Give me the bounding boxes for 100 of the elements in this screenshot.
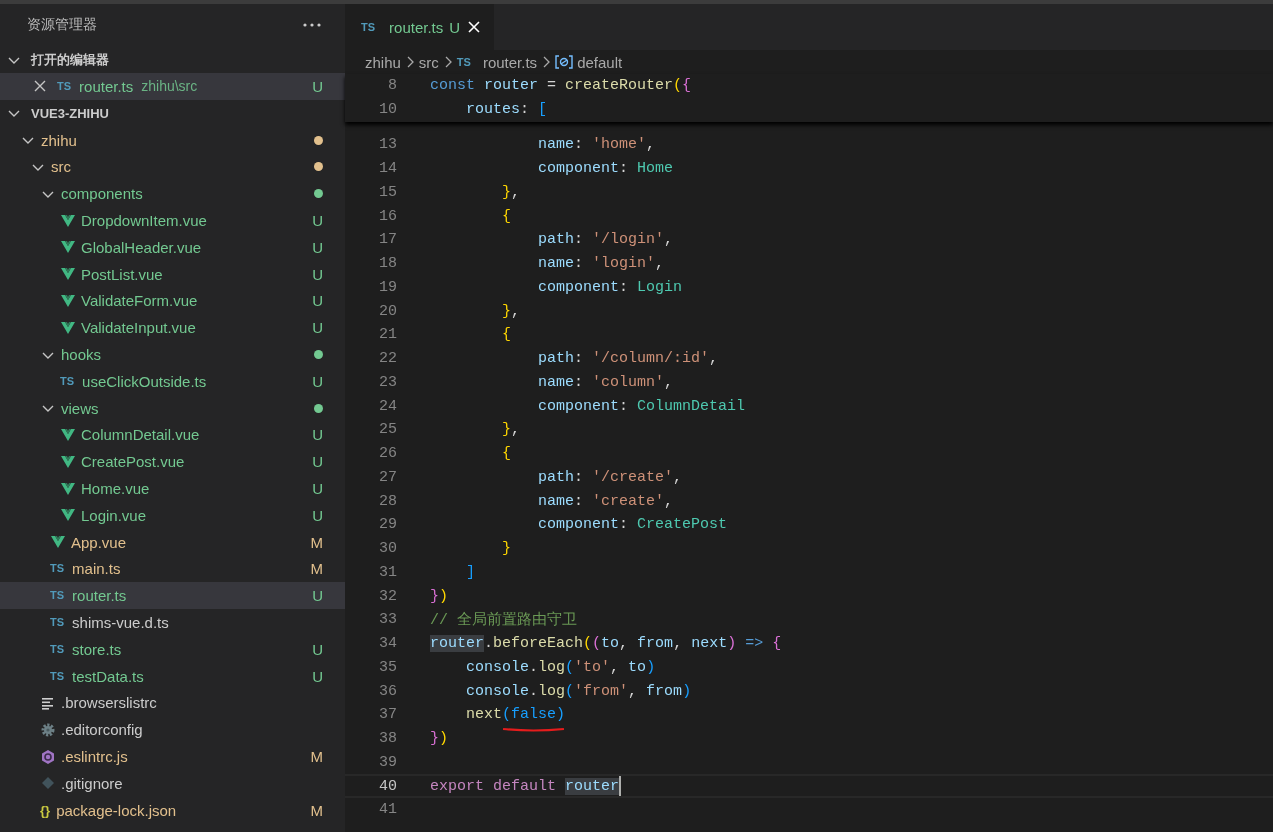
file-item[interactable]: CreatePost.vue U — [0, 448, 345, 476]
file-name: Login.vue — [81, 506, 148, 524]
typescript-icon: TS — [50, 560, 65, 577]
file-name: App.vue — [71, 533, 128, 551]
more-icon[interactable] — [303, 23, 321, 27]
text-cursor — [619, 776, 622, 797]
code-line: component: Login — [537, 278, 683, 296]
code-line: // 全局前置路由守卫 — [430, 610, 577, 630]
line-number: 16 — [378, 207, 397, 225]
code-line: path: '/login', — [537, 231, 674, 249]
hexagon-icon — [40, 748, 56, 765]
line-number: 35 — [378, 658, 397, 676]
breadcrumb-item[interactable]: src — [418, 53, 439, 71]
folder-name: hooks — [61, 346, 103, 364]
code-line: console.log('from', from) — [465, 682, 692, 700]
close-icon[interactable] — [466, 19, 483, 35]
file-item[interactable]: TS testData.ts U — [0, 662, 345, 690]
file-name: testData.ts — [72, 667, 145, 685]
gear-icon — [40, 721, 56, 738]
file-item[interactable]: .editorconfig — [0, 716, 345, 744]
line-number: 22 — [378, 350, 397, 368]
folder-name: zhihu — [41, 131, 78, 149]
vue-icon — [60, 292, 76, 309]
file-name: store.ts — [72, 640, 123, 658]
file-item[interactable]: .gitignore — [0, 769, 345, 797]
typescript-icon: TS — [57, 78, 72, 95]
line-number: 41 — [378, 801, 397, 819]
typescript-icon: TS — [60, 373, 75, 390]
file-item[interactable]: App.vue M — [0, 528, 345, 556]
file-name: shims-vue.d.ts — [72, 614, 170, 632]
section-header[interactable]: 打开的编辑器 — [0, 46, 345, 73]
section-header[interactable]: VUE3-ZHIHU — [0, 99, 345, 127]
file-item[interactable]: PostList.vue U — [0, 260, 345, 288]
folder-name: components — [61, 185, 144, 203]
folder-item[interactable]: views — [0, 394, 345, 422]
open-editor-item[interactable]: TS router.ts zhihu\src U — [0, 73, 345, 100]
code-line: console.log('to', to) — [465, 658, 656, 676]
folder-name: views — [61, 399, 100, 417]
code-line: export default router — [430, 777, 620, 795]
file-path: zhihu\src — [141, 78, 199, 95]
typescript-icon: TS — [456, 56, 471, 68]
line-number: 23 — [378, 373, 397, 391]
file-name: .editorconfig — [61, 721, 144, 739]
file-item[interactable]: TS shims-vue.d.ts — [0, 609, 345, 636]
file-item[interactable]: TS useClickOutside.ts U — [0, 367, 345, 395]
folder-item[interactable]: zhihu — [0, 126, 345, 154]
file-item[interactable]: ValidateInput.vue U — [0, 314, 345, 342]
file-item[interactable]: Login.vue U — [0, 501, 345, 529]
file-item[interactable]: TS store.ts U — [0, 635, 345, 663]
code-line: routes: [ — [465, 101, 548, 119]
vue-icon — [60, 319, 76, 336]
code-line: router.beforeEach((to, from, next) => { — [430, 635, 782, 653]
line-number: 24 — [378, 397, 397, 415]
line-number: 38 — [378, 730, 397, 748]
file-name: PostList.vue — [81, 265, 164, 283]
file-item[interactable]: Home.vue U — [0, 475, 345, 502]
file-item[interactable]: TS main.ts M — [0, 555, 345, 583]
typescript-icon: TS — [50, 614, 65, 631]
file-item[interactable]: {} package-lock.json M — [0, 796, 345, 824]
code-line: ] — [465, 563, 475, 581]
code-line: component: CreatePost — [537, 516, 728, 534]
git-status: U — [312, 667, 323, 685]
file-item[interactable]: ColumnDetail.vue U — [0, 421, 345, 449]
file-item[interactable]: GlobalHeader.vue U — [0, 234, 345, 261]
git-status: U — [312, 506, 323, 524]
code-line: { — [501, 326, 511, 344]
git-status: U — [312, 480, 323, 498]
git-status: U — [312, 77, 323, 95]
typescript-icon: TS — [50, 641, 65, 658]
editor-tab[interactable]: TS router.ts U — [345, 4, 495, 50]
file-item[interactable]: TS router.ts U — [0, 582, 345, 610]
code-line: }) — [430, 730, 449, 748]
file-name: package-lock.json — [56, 801, 178, 819]
line-number: 15 — [378, 183, 397, 201]
line-number: 25 — [378, 421, 397, 439]
file-item[interactable]: .browserslistrc — [0, 689, 345, 717]
breadcrumb-item[interactable]: zhihu — [365, 53, 401, 71]
symbol-icon — [555, 55, 574, 69]
file-item[interactable]: .eslintrc.js M — [0, 743, 345, 770]
line-number: 19 — [378, 278, 397, 296]
breadcrumb-item[interactable]: router.ts — [482, 53, 538, 71]
code-line: name: 'login', — [537, 255, 665, 273]
folder-item[interactable]: components — [0, 180, 345, 208]
git-status: U — [312, 426, 323, 444]
line-number: 31 — [378, 563, 397, 581]
code-line: path: '/column/:id', — [537, 350, 719, 368]
code-line: name: 'home', — [537, 136, 656, 154]
file-item[interactable]: ValidateForm.vue U — [0, 287, 345, 315]
line-number: 14 — [378, 160, 397, 178]
folder-item[interactable]: hooks — [0, 341, 345, 368]
line-number: 18 — [378, 255, 397, 273]
git-status: M — [310, 801, 323, 819]
folder-item[interactable]: src — [0, 153, 345, 181]
file-item[interactable]: DropdownItem.vue U — [0, 207, 345, 234]
line-number: 39 — [378, 753, 397, 771]
breadcrumb-item[interactable]: default — [577, 53, 623, 71]
code-line: name: 'column', — [537, 373, 674, 391]
line-number: 32 — [378, 587, 397, 605]
file-name: Home.vue — [81, 480, 151, 498]
code-line: name: 'create', — [537, 492, 674, 510]
